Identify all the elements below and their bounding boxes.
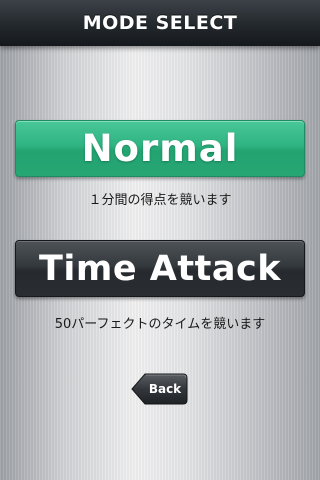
time-attack-mode-button[interactable]: Time Attack — [15, 240, 305, 297]
back-label: Back — [148, 382, 182, 396]
time-attack-mode-description: 50パーフェクトのタイムを競います — [54, 317, 266, 332]
page-title: MODE SELECT — [82, 12, 238, 34]
normal-mode-label: Normal — [81, 127, 239, 170]
normal-mode-description: １分間の得点を競います — [88, 193, 232, 208]
normal-mode-button[interactable]: Normal — [15, 120, 305, 177]
back-button[interactable]: Back — [130, 372, 188, 406]
time-attack-mode-label: Time Attack — [39, 248, 281, 289]
header-bar: MODE SELECT — [0, 0, 320, 46]
